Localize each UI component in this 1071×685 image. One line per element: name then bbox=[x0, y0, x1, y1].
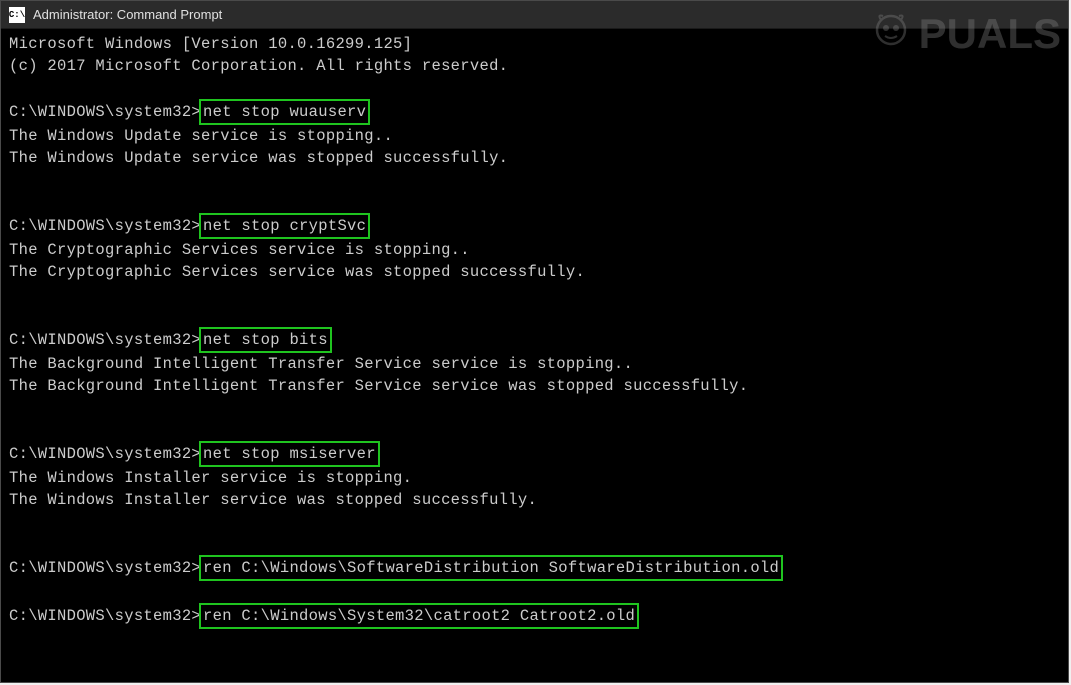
output-line: The Windows Installer service was stoppe… bbox=[9, 489, 1060, 511]
output-line: The Windows Installer service is stoppin… bbox=[9, 467, 1060, 489]
blank-line bbox=[9, 511, 1060, 533]
command-line: C:\WINDOWS\system32>net stop cryptSvc bbox=[9, 213, 1060, 239]
prompt: C:\WINDOWS\system32> bbox=[9, 103, 201, 121]
blank-line bbox=[9, 419, 1060, 441]
command-line: C:\WINDOWS\system32>net stop bits bbox=[9, 327, 1060, 353]
command-highlight: net stop bits bbox=[199, 327, 332, 353]
window-title: Administrator: Command Prompt bbox=[33, 7, 222, 22]
output-line: The Background Intelligent Transfer Serv… bbox=[9, 353, 1060, 375]
command-line: C:\WINDOWS\system32>net stop wuauserv bbox=[9, 99, 1060, 125]
prompt: C:\WINDOWS\system32> bbox=[9, 445, 201, 463]
prompt: C:\WINDOWS\system32> bbox=[9, 217, 201, 235]
output-line: The Windows Update service is stopping.. bbox=[9, 125, 1060, 147]
prompt: C:\WINDOWS\system32> bbox=[9, 607, 201, 625]
output-line: The Cryptographic Services service was s… bbox=[9, 261, 1060, 283]
terminal-area[interactable]: Microsoft Windows [Version 10.0.16299.12… bbox=[1, 29, 1068, 682]
cmd-icon: C:\ bbox=[9, 7, 25, 23]
blank-line bbox=[9, 533, 1060, 555]
prompt: C:\WINDOWS\system32> bbox=[9, 559, 201, 577]
blank-line bbox=[9, 305, 1060, 327]
command-line: C:\WINDOWS\system32>ren C:\Windows\Syste… bbox=[9, 603, 1060, 629]
prompt: C:\WINDOWS\system32> bbox=[9, 331, 201, 349]
command-highlight: net stop cryptSvc bbox=[199, 213, 370, 239]
cmd-icon-text: C:\ bbox=[9, 10, 25, 20]
output-line: The Cryptographic Services service is st… bbox=[9, 239, 1060, 261]
command-highlight: ren C:\Windows\SoftwareDistribution Soft… bbox=[199, 555, 783, 581]
blank-line bbox=[9, 77, 1060, 99]
command-line: C:\WINDOWS\system32>ren C:\Windows\Softw… bbox=[9, 555, 1060, 581]
output-line: The Background Intelligent Transfer Serv… bbox=[9, 375, 1060, 397]
blank-line bbox=[9, 283, 1060, 305]
command-highlight: net stop wuauserv bbox=[199, 99, 370, 125]
blank-line bbox=[9, 397, 1060, 419]
blank-line bbox=[9, 581, 1060, 603]
command-highlight: net stop msiserver bbox=[199, 441, 380, 467]
blank-line bbox=[9, 191, 1060, 213]
command-prompt-window: C:\ Administrator: Command Prompt Micros… bbox=[0, 0, 1069, 683]
output-line: The Windows Update service was stopped s… bbox=[9, 147, 1060, 169]
header-line: (c) 2017 Microsoft Corporation. All righ… bbox=[9, 55, 1060, 77]
titlebar[interactable]: C:\ Administrator: Command Prompt bbox=[1, 1, 1068, 29]
command-line: C:\WINDOWS\system32>net stop msiserver bbox=[9, 441, 1060, 467]
command-highlight: ren C:\Windows\System32\catroot2 Catroot… bbox=[199, 603, 639, 629]
header-line: Microsoft Windows [Version 10.0.16299.12… bbox=[9, 33, 1060, 55]
blank-line bbox=[9, 169, 1060, 191]
